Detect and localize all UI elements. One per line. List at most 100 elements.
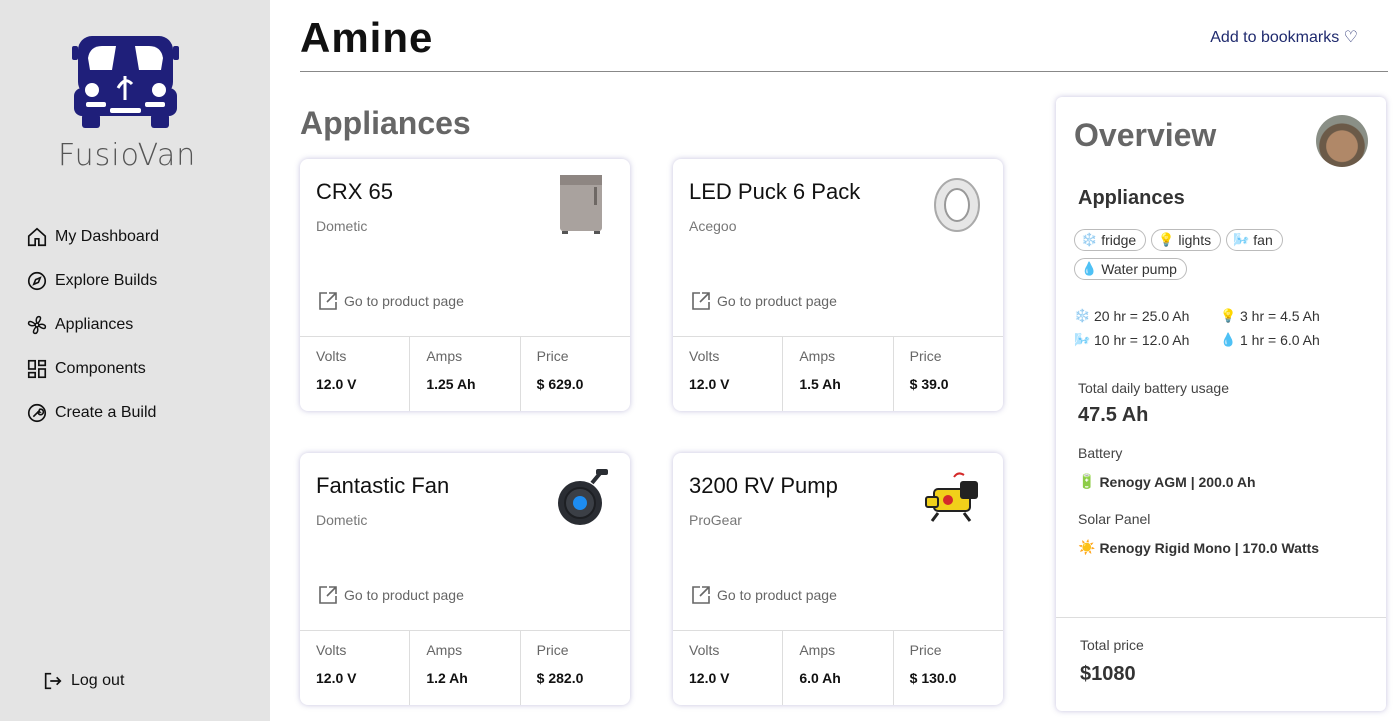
pump-image bbox=[925, 472, 978, 522]
battery-label: Battery bbox=[1078, 445, 1123, 461]
appliance-card[interactable]: LED Puck 6 Pack Acegoo Go to product pag… bbox=[673, 159, 1003, 411]
chip-label: fridge bbox=[1101, 232, 1137, 248]
spec-value: $ 39.0 bbox=[909, 376, 949, 392]
spec-price: Price $ 130.0 bbox=[894, 631, 1003, 705]
spec-value: $ 629.0 bbox=[536, 376, 584, 392]
daily-usage-value: 47.5 Ah bbox=[1078, 404, 1149, 426]
appliance-specs: Volts 12.0 V Amps 1.5 Ah Price $ 39.0 bbox=[673, 336, 1003, 411]
appliance-name: 3200 RV Pump bbox=[689, 473, 838, 498]
appliance-card[interactable]: 3200 RV Pump ProGear Go to product page … bbox=[673, 453, 1003, 705]
spec-label: Volts bbox=[316, 642, 347, 658]
spec-label: Price bbox=[909, 642, 942, 658]
sidebar-item-explore-builds[interactable]: Explore Builds bbox=[26, 270, 159, 292]
appliance-card[interactable]: CRX 65 Dometic Go to product page Volts 1… bbox=[300, 159, 630, 411]
fridge-image bbox=[560, 175, 602, 234]
usage-fan: 🌬️ 10 hr = 12.0 Ah bbox=[1074, 332, 1220, 348]
logo[interactable]: FusioVan bbox=[58, 28, 195, 173]
usage-text: 20 hr = 25.0 Ah bbox=[1094, 308, 1190, 324]
spec-value: $ 282.0 bbox=[536, 670, 584, 686]
spec-value: 12.0 V bbox=[689, 670, 730, 686]
sidebar-item-label: Appliances bbox=[55, 316, 134, 333]
sidebar-item-create-a-build[interactable]: Create a Build bbox=[26, 402, 159, 424]
spec-label: Price bbox=[909, 348, 942, 364]
van-logo-icon bbox=[72, 36, 179, 128]
spec-price: Price $ 39.0 bbox=[894, 337, 1003, 411]
spec-value: $ 130.0 bbox=[909, 670, 957, 686]
spec-amps: Amps 1.25 Ah bbox=[410, 337, 521, 411]
go-to-product-page-link[interactable]: Go to product page bbox=[318, 585, 464, 605]
usage-lights: 💡 3 hr = 4.5 Ah bbox=[1220, 308, 1360, 324]
logout-button[interactable]: Log out bbox=[42, 670, 124, 692]
link-label: Go to product page bbox=[344, 293, 464, 309]
external-link-icon bbox=[692, 292, 710, 310]
sidebar-item-my-dashboard[interactable]: My Dashboard bbox=[26, 226, 159, 248]
chip-fridge[interactable]: ❄️ fridge bbox=[1074, 229, 1147, 251]
go-to-product-page-link[interactable]: Go to product page bbox=[691, 585, 837, 605]
spec-amps: Amps 6.0 Ah bbox=[783, 631, 894, 705]
sidebar-item-appliances[interactable]: Appliances bbox=[26, 314, 159, 336]
chip-lights[interactable]: 💡 lights bbox=[1151, 229, 1222, 251]
sidebar-item-label: Create a Build bbox=[55, 404, 157, 421]
spec-label: Volts bbox=[689, 348, 720, 364]
go-to-product-page-link[interactable]: Go to product page bbox=[318, 291, 464, 311]
lightbulb-icon: 💡 bbox=[1158, 232, 1175, 247]
appliance-chips: ❄️ fridge 💡 lights 🌬️ fan 💧 Water pump bbox=[1074, 229, 1374, 280]
appliance-specs: Volts 12.0 V Amps 1.25 Ah Price $ 629.0 bbox=[300, 336, 630, 411]
spec-amps: Amps 1.5 Ah bbox=[783, 337, 894, 411]
battery-value-row: 🔋 Renogy AGM | 200.0 Ah bbox=[1078, 473, 1256, 490]
spec-value: 1.25 Ah bbox=[426, 376, 476, 392]
solar-panel-value-row: ☀️ Renogy Rigid Mono | 170.0 Watts bbox=[1078, 539, 1319, 556]
wind-icon: 🌬️ bbox=[1074, 332, 1091, 347]
wind-icon: 🌬️ bbox=[1233, 232, 1250, 247]
spec-volts: Volts 12.0 V bbox=[673, 631, 784, 705]
spec-value: 1.5 Ah bbox=[799, 376, 841, 392]
go-to-product-page-link[interactable]: Go to product page bbox=[691, 291, 837, 311]
usage-fridge: ❄️ 20 hr = 25.0 Ah bbox=[1074, 308, 1220, 324]
sidebar-item-label: My Dashboard bbox=[55, 228, 160, 245]
link-label: Go to product page bbox=[344, 587, 464, 603]
sidebar: FusioVan My Dashboard Explore Builds App… bbox=[0, 0, 270, 721]
spec-value: 12.0 V bbox=[316, 376, 357, 392]
spec-value: 1.2 Ah bbox=[426, 670, 468, 686]
spec-label: Volts bbox=[689, 642, 720, 658]
total-price-value: $1080 bbox=[1080, 663, 1136, 685]
add-to-bookmarks-link[interactable]: Add to bookmarks ♡ bbox=[1210, 27, 1358, 47]
spec-label: Price bbox=[536, 642, 569, 658]
appliance-name: Fantastic Fan bbox=[316, 473, 450, 498]
usage-water-pump: 💧 1 hr = 6.0 Ah bbox=[1220, 332, 1360, 348]
spec-price: Price $ 282.0 bbox=[521, 631, 630, 705]
spec-label: Price bbox=[536, 348, 569, 364]
overview-divider bbox=[1056, 617, 1386, 618]
external-link-icon bbox=[319, 292, 337, 310]
usage-text: 3 hr = 4.5 Ah bbox=[1240, 308, 1320, 324]
overview-appliances-title: Appliances bbox=[1078, 187, 1185, 209]
lightbulb-icon: 💡 bbox=[1220, 308, 1237, 323]
overview-title: Overview bbox=[1074, 117, 1217, 153]
spec-price: Price $ 629.0 bbox=[521, 337, 630, 411]
sidebar-nav: My Dashboard Explore Builds Appliances C… bbox=[26, 226, 159, 446]
sidebar-item-label: Explore Builds bbox=[55, 272, 158, 289]
appliance-brand: ProGear bbox=[689, 512, 742, 528]
appliance-brand: Acegoo bbox=[689, 218, 737, 234]
sun-icon: ☀️ bbox=[1078, 539, 1096, 555]
snowflake-icon: ❄️ bbox=[1081, 232, 1098, 247]
led-puck-image bbox=[934, 178, 980, 232]
spec-value: 12.0 V bbox=[689, 376, 730, 392]
spec-volts: Volts 12.0 V bbox=[673, 337, 784, 411]
avatar[interactable] bbox=[1316, 115, 1368, 167]
chip-label: fan bbox=[1253, 232, 1273, 248]
link-label: Go to product page bbox=[717, 293, 837, 309]
link-label: Go to product page bbox=[717, 587, 837, 603]
header-divider bbox=[300, 71, 1388, 72]
solar-panel-value: Renogy Rigid Mono | 170.0 Watts bbox=[1099, 539, 1320, 556]
chip-fan[interactable]: 🌬️ fan bbox=[1226, 229, 1283, 251]
chip-water-pump[interactable]: 💧 Water pump bbox=[1074, 258, 1187, 280]
appliance-specs: Volts 12.0 V Amps 1.2 Ah Price $ 282.0 bbox=[300, 630, 630, 705]
sidebar-item-components[interactable]: Components bbox=[26, 358, 159, 380]
home-icon bbox=[27, 227, 47, 247]
overview-panel: Overview Appliances ❄️ fridge 💡 lights 🌬️ f… bbox=[1056, 97, 1386, 711]
appliance-brand: Dometic bbox=[316, 512, 368, 528]
appliance-card[interactable]: Fantastic Fan Dometic Go to product page… bbox=[300, 453, 630, 705]
chip-label: Water pump bbox=[1101, 261, 1177, 277]
spec-value: 6.0 Ah bbox=[799, 670, 841, 686]
